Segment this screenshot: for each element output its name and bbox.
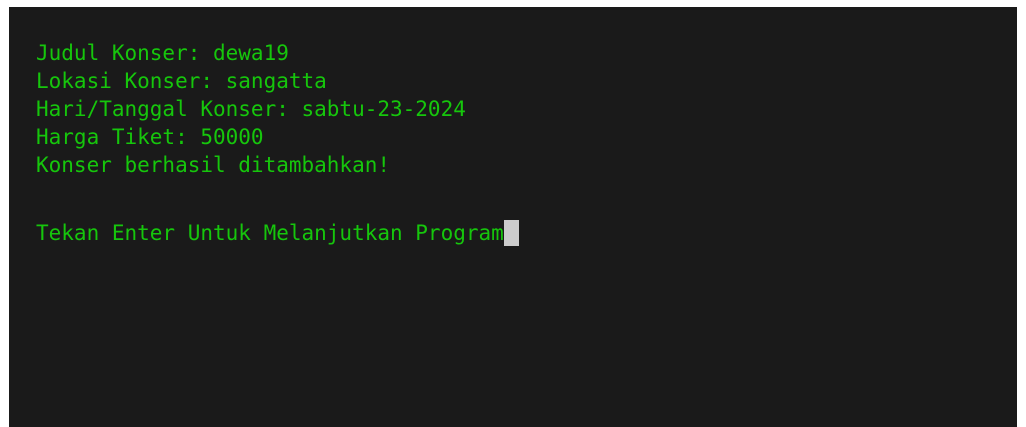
output-line-location: Lokasi Konser: sangatta xyxy=(36,69,327,93)
output-line-date: Hari/Tanggal Konser: sabtu-23-2024 xyxy=(36,97,466,121)
prompt-text: Tekan Enter Untuk Melanjutkan Program xyxy=(36,221,504,245)
output-line-price: Harga Tiket: 50000 xyxy=(36,125,264,149)
output-line-success: Konser berhasil ditambahkan! xyxy=(36,153,391,177)
console-output: Judul Konser: dewa19 Lokasi Konser: sang… xyxy=(36,39,519,247)
prompt-line: Tekan Enter Untuk Melanjutkan Program xyxy=(36,219,519,247)
text-cursor xyxy=(503,220,519,246)
output-line-title: Judul Konser: dewa19 xyxy=(36,41,289,65)
console-window[interactable]: Judul Konser: dewa19 Lokasi Konser: sang… xyxy=(9,7,1017,427)
